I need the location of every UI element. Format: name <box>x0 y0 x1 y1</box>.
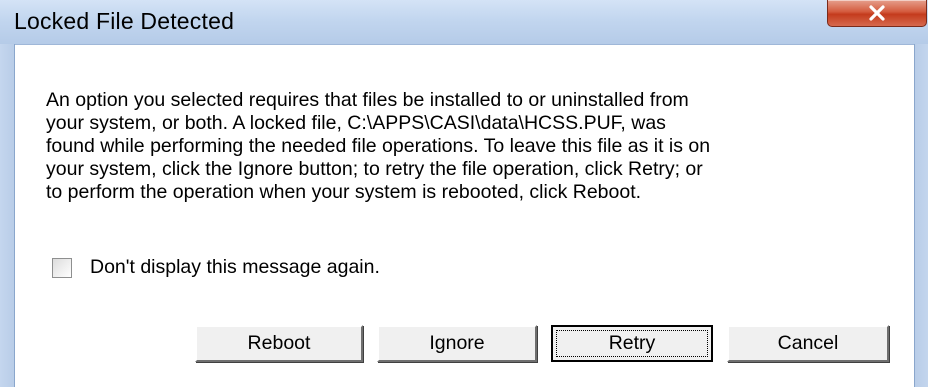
ignore-button[interactable]: Ignore <box>377 325 537 362</box>
cancel-button[interactable]: Cancel <box>727 325 889 362</box>
window-frame-right <box>914 44 928 387</box>
message-line: An option you selected requires that fil… <box>46 89 689 111</box>
retry-button-label: Retry <box>608 332 656 354</box>
title-bar[interactable]: Locked File Detected <box>0 0 928 45</box>
close-button[interactable] <box>827 0 927 27</box>
dialog-body: An option you selected requires that fil… <box>15 45 914 387</box>
message-line: found while performing the needed file o… <box>46 135 711 157</box>
close-icon <box>869 5 885 21</box>
message-line: your system, or both. A locked file, C:\… <box>46 112 666 134</box>
reboot-button[interactable]: Reboot <box>195 325 363 362</box>
dont-display-checkbox[interactable] <box>52 258 72 278</box>
message-line: to perform the operation when your syste… <box>46 181 642 203</box>
retry-button[interactable]: Retry <box>551 325 713 362</box>
window-frame-left <box>0 44 15 387</box>
dialog-window: Locked File Detected An option you selec… <box>0 0 928 387</box>
window-title: Locked File Detected <box>14 8 235 34</box>
dont-display-checkbox-label[interactable]: Don't display this message again. <box>90 256 380 279</box>
message-text: An option you selected requires that fil… <box>46 89 876 204</box>
message-line: your system, click the Ignore button; to… <box>46 158 703 180</box>
